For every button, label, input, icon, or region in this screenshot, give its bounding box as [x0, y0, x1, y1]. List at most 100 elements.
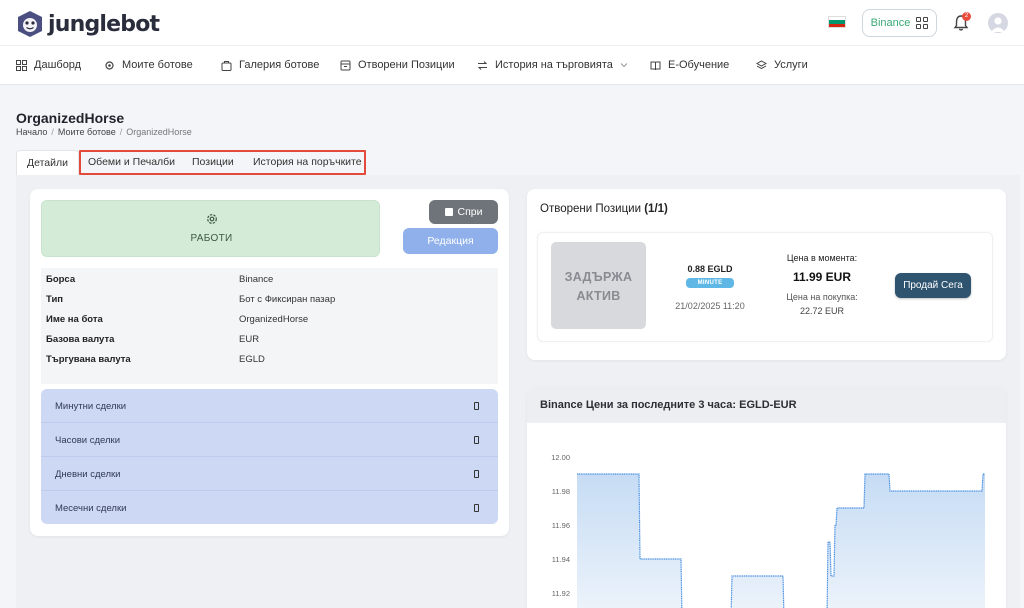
- position-amount: 0.88 EGLD: [687, 264, 733, 274]
- nav-services[interactable]: Услуги: [756, 59, 808, 71]
- hold-asset-text: ЗАДЪРЖА АКТИВ: [551, 268, 646, 306]
- y-tick-label: 11.94: [552, 555, 570, 564]
- info-key: Търгувана валута: [46, 354, 131, 365]
- chart-title: Binance Цени за последните 3 часа: EGLD-…: [540, 399, 797, 411]
- bot-info-table: Борса Binance Тип Бот с Фиксиран пазар И…: [41, 268, 498, 384]
- nav-my-bots[interactable]: Моите ботове: [104, 59, 193, 71]
- hold-line-2: АКТИВ: [576, 289, 621, 303]
- top-bar: junglebot Binance 2: [0, 0, 1024, 46]
- bot-status-box: РАБОТИ: [41, 200, 380, 257]
- deals-minute-row[interactable]: Минутни сделки: [41, 389, 498, 423]
- nav-label: Галерия ботове: [239, 59, 320, 71]
- expand-icon: [474, 402, 479, 410]
- hold-asset-box: ЗАДЪРЖА АКТИВ: [551, 242, 646, 329]
- logo[interactable]: junglebot: [16, 10, 160, 38]
- y-tick-label: 12.00: [551, 453, 570, 462]
- layers-icon: [756, 59, 767, 69]
- book-icon: [650, 61, 661, 70]
- price-area: [577, 474, 985, 608]
- info-key: Борса: [46, 274, 76, 285]
- deals-monthly-row[interactable]: Месечни сделки: [41, 491, 498, 524]
- deals-hourly-row[interactable]: Часови сделки: [41, 423, 498, 457]
- position-date: 21/02/2025 11:20: [675, 301, 745, 311]
- info-value: Binance: [239, 274, 274, 285]
- info-key: Име на бота: [46, 314, 103, 325]
- breadcrumb-my-bots[interactable]: Моите ботове: [58, 127, 116, 137]
- deal-label: Часови сделки: [55, 435, 121, 446]
- avatar[interactable]: [988, 13, 1008, 33]
- current-price-label: Цена в момента:: [786, 253, 858, 263]
- hold-line-1: ЗАДЪРЖА: [564, 270, 633, 284]
- info-value: EUR: [239, 334, 260, 345]
- breadcrumb-home[interactable]: Начало: [16, 127, 47, 137]
- stop-square-icon: [444, 208, 453, 216]
- deals-daily-row[interactable]: Дневни сделки: [41, 457, 498, 491]
- buy-price-label: Цена на покупка:: [786, 292, 858, 302]
- deals-accordion: Минутни сделки Часови сделки Дневни сдел…: [41, 389, 498, 524]
- edit-button[interactable]: Редакция: [403, 228, 498, 254]
- gear-icon: [207, 214, 217, 224]
- positions-title-text: Отворени Позиции: [540, 203, 642, 215]
- exchange-selector-button[interactable]: Binance: [862, 9, 937, 37]
- nav-bot-gallery[interactable]: Галерия ботове: [221, 59, 319, 71]
- stop-label: Спри: [457, 206, 483, 218]
- main-navigation: Дашборд Моите ботове Галерия ботове Отво…: [0, 46, 1024, 85]
- notification-badge: 2: [962, 12, 971, 21]
- monkey-logo-icon: [18, 11, 42, 37]
- current-price: 11.99 EUR: [792, 270, 852, 284]
- deal-label: Минутни сделки: [55, 401, 127, 412]
- info-value: OrganizedHorse: [239, 314, 309, 325]
- page-title: OrganizedHorse: [16, 110, 125, 126]
- bot-status-text: РАБОТИ: [190, 233, 233, 244]
- positions-count: (1/1): [644, 203, 668, 215]
- info-key: Базова валута: [46, 334, 115, 345]
- nav-dashboard[interactable]: Дашборд: [16, 59, 81, 71]
- open-positions-icon: [340, 60, 351, 70]
- nav-label: Моите ботове: [122, 59, 193, 71]
- history-arrows-icon: [477, 60, 488, 70]
- info-row-traded-currency: Търгувана валута EGLD: [41, 350, 498, 370]
- sell-now-button[interactable]: Продай Сега: [895, 273, 971, 298]
- nav-label: Дашборд: [34, 59, 82, 71]
- nav-e-learning[interactable]: E-Обучение: [650, 59, 729, 71]
- info-row-exchange: Борса Binance: [41, 270, 498, 290]
- grid-icon: [916, 17, 929, 29]
- brand-name: junglebot: [48, 11, 160, 37]
- info-value: EGLD: [239, 354, 265, 365]
- nav-label: История на търговията: [495, 59, 613, 71]
- y-tick-label: 11.96: [552, 521, 570, 530]
- gallery-bag-icon: [221, 60, 232, 71]
- timeframe-badge: MINUTE: [686, 278, 734, 288]
- y-tick-label: 11.98: [552, 487, 570, 496]
- open-positions-title: Отворени Позиции (1/1): [540, 203, 668, 215]
- stop-button[interactable]: Спри: [429, 200, 498, 224]
- nav-label: E-Обучение: [668, 59, 730, 71]
- nav-open-positions[interactable]: Отворени Позиции: [340, 59, 455, 71]
- expand-icon: [474, 504, 479, 512]
- tab-positions[interactable]: Позиции: [192, 150, 234, 175]
- tab-details[interactable]: Детайли: [16, 150, 79, 175]
- tab-order-history[interactable]: История на поръчките: [253, 150, 362, 175]
- breadcrumb-current: OrganizedHorse: [126, 127, 192, 137]
- info-row-base-currency: Базова валута EUR: [41, 330, 498, 350]
- exchange-label: Binance: [870, 17, 911, 29]
- chevron-down-icon: [620, 63, 628, 68]
- bulgarian-flag-icon[interactable]: [828, 16, 846, 28]
- info-row-type: Тип Бот с Фиксиран пазар: [41, 290, 498, 310]
- info-row-bot-name: Име на бота OrganizedHorse: [41, 310, 498, 330]
- expand-icon: [474, 436, 479, 444]
- bot-settings-icon: [105, 60, 114, 70]
- info-value: Бот с Фиксиран пазар: [239, 294, 336, 305]
- y-tick-label: 11.92: [552, 589, 570, 598]
- price-chart: 12.00 11.98 11.96 11.94 11.92: [551, 453, 985, 608]
- buy-price: 22.72 EUR: [799, 306, 845, 316]
- nav-trade-history[interactable]: История на търговията: [477, 59, 628, 71]
- deal-label: Дневни сделки: [55, 469, 121, 480]
- user-avatar-icon: [991, 17, 1005, 32]
- info-key: Тип: [46, 294, 64, 305]
- tab-volumes-profits[interactable]: Обеми и Печалби: [88, 150, 175, 175]
- nav-label: Отворени Позиции: [358, 59, 455, 71]
- expand-icon: [474, 470, 479, 478]
- breadcrumb: Начало / Моите ботове / OrganizedHorse: [16, 127, 192, 137]
- dashboard-grid-icon: [16, 59, 27, 71]
